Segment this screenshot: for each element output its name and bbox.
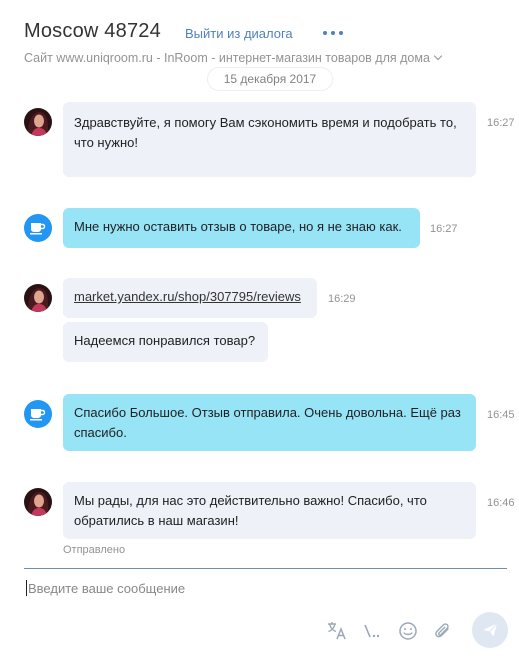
- message-time: 16:45: [487, 409, 515, 421]
- message-bubble: Надеемся понравился товар?: [63, 322, 268, 362]
- send-button[interactable]: [472, 612, 508, 648]
- coffee-cup-icon: [30, 409, 46, 421]
- operator-avatar: [24, 108, 52, 136]
- site-selector[interactable]: Сайт www.uniqroom.ru - InRoom - интернет…: [24, 51, 443, 65]
- operator-avatar: [24, 284, 52, 312]
- chat-title: Moscow 48724: [24, 20, 161, 42]
- message-input[interactable]: [28, 577, 498, 599]
- message-time: 16:27: [430, 223, 458, 235]
- message-bubble: Мне нужно оставить отзыв о товаре, но я …: [63, 208, 420, 248]
- attach-icon[interactable]: [432, 620, 454, 642]
- message-time: 16:46: [487, 497, 515, 509]
- exit-dialog-link[interactable]: Выйти из диалога: [185, 26, 293, 41]
- operator-avatar: [24, 488, 52, 516]
- delivery-status: Отправлено: [63, 544, 126, 556]
- chevron-down-icon: [433, 51, 443, 61]
- message-composer: [24, 568, 508, 658]
- emoji-icon[interactable]: [397, 620, 419, 642]
- message-bubble: Здравствуйте, я помогу Вам сэкономить вр…: [63, 102, 476, 177]
- review-link[interactable]: market.yandex.ru/shop/307795/reviews: [63, 278, 317, 318]
- coffee-cup-icon: [30, 223, 46, 235]
- translate-icon[interactable]: [326, 620, 348, 642]
- send-icon: [483, 623, 498, 637]
- client-avatar: [24, 214, 52, 242]
- date-divider: 15 декабря 2017: [208, 68, 332, 90]
- quick-replies-icon[interactable]: [361, 620, 383, 642]
- more-icon[interactable]: [322, 26, 344, 40]
- site-name: Сайт www.uniqroom.ru - InRoom - интернет…: [24, 51, 430, 65]
- message-time: 16:27: [487, 117, 515, 129]
- message-bubble: Спасибо Большое. Отзыв отправила. Очень …: [63, 394, 476, 451]
- message-bubble: Мы рады, для нас это действительно важно…: [63, 482, 476, 539]
- text-cursor: [26, 580, 27, 596]
- message-time: 16:29: [328, 293, 356, 305]
- client-avatar: [24, 400, 52, 428]
- chat-header: Moscow 48724 Выйти из диалога Сайт www.u…: [0, 0, 519, 72]
